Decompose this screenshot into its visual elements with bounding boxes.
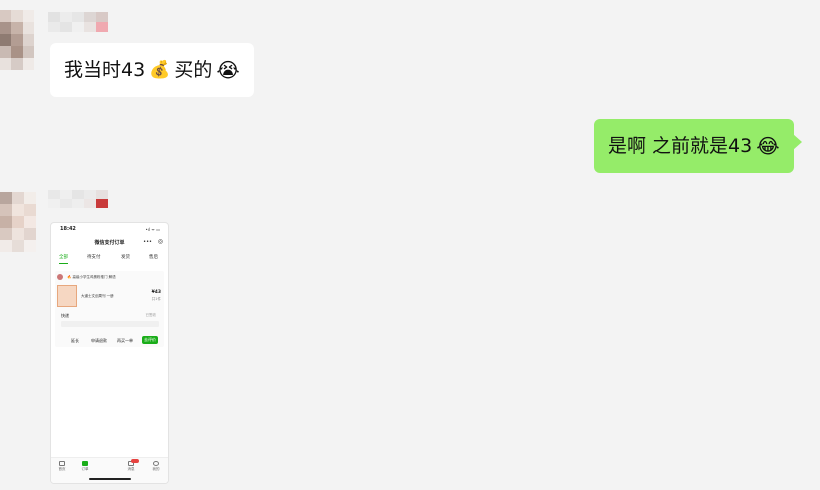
- logistics-label: 快递: [61, 313, 69, 318]
- product-thumbnail: [57, 285, 77, 307]
- laughing-emoji: 😂: [756, 134, 780, 158]
- product-price: ¥43: [151, 290, 161, 295]
- phone-tabs: 全部 待支付 发货 售后: [51, 254, 168, 262]
- home-icon: [59, 461, 65, 466]
- sender-name: [48, 12, 108, 32]
- review-button: 去评价: [142, 336, 158, 344]
- footer-me: 我的: [148, 461, 164, 472]
- tab-pending: 待支付: [87, 255, 101, 260]
- profile-icon: [153, 461, 159, 466]
- phone-status-bar: 18:42 •ıl ᯤ ▭: [51, 223, 168, 233]
- footer-orders: 订单: [77, 461, 93, 472]
- outgoing-message-bubble[interactable]: 是啊 之前就是43 😂: [594, 119, 802, 173]
- tab-shipped: 发货: [121, 255, 130, 260]
- message-text: 我当时43: [64, 59, 146, 81]
- sender-avatar[interactable]: [0, 10, 34, 70]
- phone-bottom-nav: 首页 订单 消息 我的: [51, 457, 168, 483]
- shared-screenshot-image[interactable]: 18:42 •ıl ᯤ ▭ 微信支付订单 ••• ◎ 全部 待支付 发货 售后 …: [50, 222, 169, 484]
- sender-avatar[interactable]: [0, 192, 36, 252]
- money-bag-emoji: 💰: [149, 60, 171, 80]
- notification-dot: [131, 459, 139, 463]
- incoming-message-bubble[interactable]: 我当时43 💰 买的 😭: [50, 43, 254, 97]
- home-indicator: [89, 478, 131, 480]
- logistics-detail-bar: [61, 321, 159, 327]
- rebuy-button: 再买一单: [117, 338, 133, 343]
- shop-tag: 🔥 高级小学生鸡蛋粉推门 解语: [67, 275, 116, 279]
- message-text-2: 买的: [174, 59, 213, 81]
- logistics-note: 已签收: [145, 313, 157, 317]
- phone-time: 18:42: [60, 226, 76, 232]
- tab-aftersale: 售后: [149, 255, 158, 260]
- refund-button: 申请退款: [91, 338, 107, 343]
- product-name: 大道士文创周刊 一册: [81, 294, 114, 298]
- crying-emoji: 😭: [216, 58, 240, 82]
- shop-avatar: [57, 274, 63, 280]
- target-icon: ◎: [157, 238, 163, 245]
- sender-name: [48, 190, 108, 208]
- extend-button: 延长: [71, 338, 79, 343]
- more-icon: •••: [143, 239, 152, 245]
- orders-icon: [82, 461, 88, 466]
- tab-underline: [59, 263, 68, 264]
- tab-all: 全部: [59, 255, 68, 260]
- product-quantity: 共1件: [151, 297, 161, 301]
- phone-signal-icons: •ıl ᯤ ▭: [145, 227, 160, 232]
- footer-home: 首页: [54, 461, 70, 472]
- message-text: 是啊 之前就是43: [608, 135, 753, 157]
